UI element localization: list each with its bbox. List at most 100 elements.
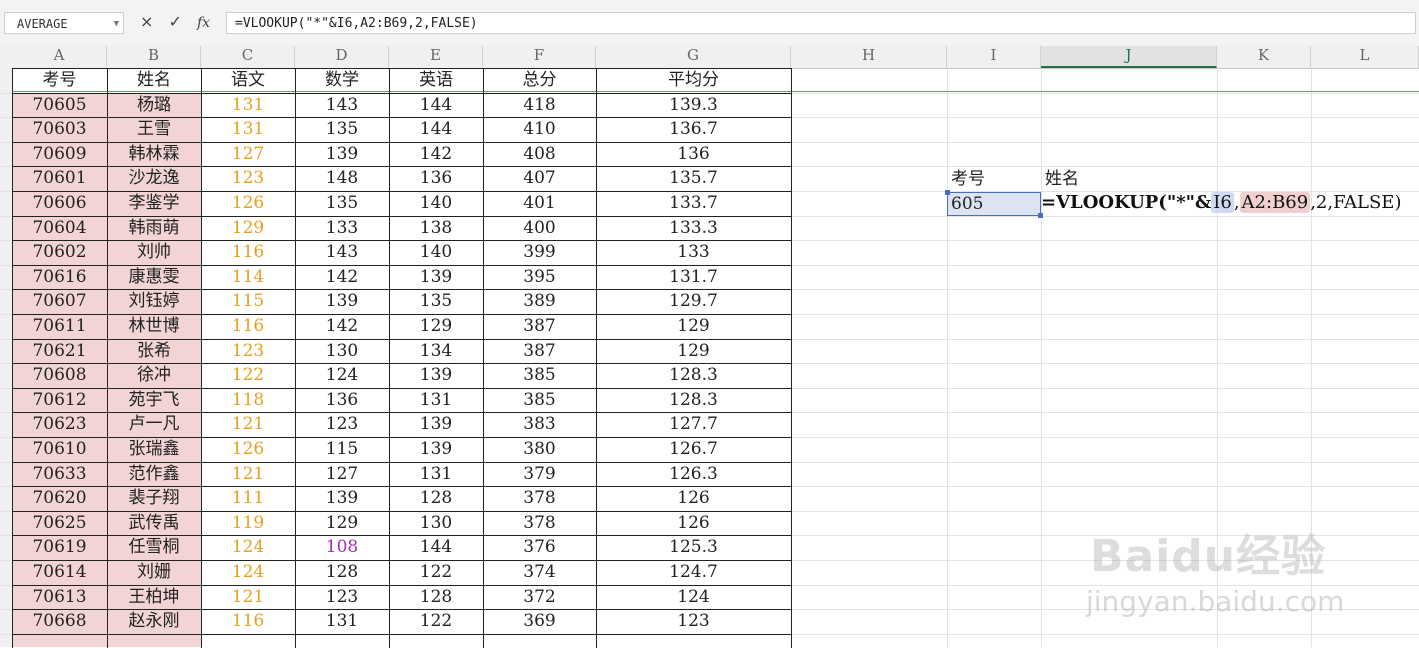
table-cell[interactable]: 383 [483, 412, 596, 436]
table-cell[interactable]: 70610 [12, 437, 107, 461]
table-cell[interactable]: 70604 [12, 216, 107, 240]
table-cell[interactable]: 129 [596, 339, 791, 363]
table-cell[interactable]: 369 [483, 609, 596, 633]
table-cell[interactable]: 林世博 [107, 314, 201, 338]
table-cell[interactable]: 70614 [12, 560, 107, 584]
table-cell[interactable]: 128.3 [596, 363, 791, 387]
table-cell[interactable]: 70668 [12, 609, 107, 633]
table-cell[interactable]: 126.7 [596, 437, 791, 461]
table-cell[interactable]: 372 [483, 585, 596, 609]
table-cell[interactable]: 138 [389, 216, 483, 240]
table-cell[interactable]: 139.3 [596, 93, 791, 117]
table-header-cell[interactable]: 考号 [12, 68, 107, 92]
table-cell[interactable]: 131 [389, 462, 483, 486]
table-cell[interactable]: 130 [389, 511, 483, 535]
table-cell[interactable]: 卢一凡 [107, 412, 201, 436]
table-cell[interactable]: 143 [295, 93, 389, 117]
table-cell[interactable]: 142 [295, 265, 389, 289]
table-cell[interactable]: 70611 [12, 314, 107, 338]
table-cell[interactable]: 124 [201, 535, 295, 559]
table-cell[interactable]: 70625 [12, 511, 107, 535]
table-cell[interactable]: 136 [389, 166, 483, 190]
table-cell[interactable]: 116 [201, 314, 295, 338]
table-cell[interactable]: 129.7 [596, 289, 791, 313]
table-cell[interactable]: 139 [389, 363, 483, 387]
table-cell[interactable]: 400 [483, 216, 596, 240]
table-cell[interactable]: 399 [483, 240, 596, 264]
table-cell[interactable]: 70623 [12, 412, 107, 436]
table-cell[interactable]: 130 [295, 339, 389, 363]
table-cell[interactable]: 王柏坤 [107, 585, 201, 609]
table-cell[interactable]: 裴子翔 [107, 486, 201, 510]
table-cell[interactable]: 70606 [12, 191, 107, 215]
table-cell[interactable]: 123 [295, 412, 389, 436]
table-cell[interactable]: 108 [295, 535, 389, 559]
column-header-C[interactable]: C [201, 46, 295, 68]
formula-input[interactable]: =VLOOKUP("*"&I6,A2:B69,2,FALSE) [226, 12, 1416, 34]
column-header-F[interactable]: F [483, 46, 596, 68]
table-cell[interactable]: 70619 [12, 535, 107, 559]
column-header-D[interactable]: D [295, 46, 389, 68]
table-cell[interactable]: 127 [201, 142, 295, 166]
table-cell[interactable]: 131 [295, 609, 389, 633]
column-header-G[interactable]: G [596, 46, 791, 68]
table-cell[interactable]: 131.7 [596, 265, 791, 289]
table-cell[interactable]: 121 [201, 585, 295, 609]
chevron-down-icon[interactable]: ▼ [114, 13, 119, 35]
table-header-cell[interactable]: 平均分 [596, 68, 791, 92]
table-cell[interactable]: 139 [389, 265, 483, 289]
table-cell[interactable]: 康惠雯 [107, 265, 201, 289]
table-cell[interactable]: 刘钰婷 [107, 289, 201, 313]
table-cell[interactable]: 387 [483, 339, 596, 363]
table-cell[interactable]: 131 [201, 117, 295, 141]
column-header-L[interactable]: L [1311, 46, 1419, 68]
table-cell[interactable]: 杨璐 [107, 93, 201, 117]
table-cell[interactable]: 122 [201, 363, 295, 387]
name-box[interactable]: AVERAGE ▼ [4, 12, 124, 34]
table-cell[interactable]: 70609 [12, 142, 107, 166]
table-cell[interactable]: 378 [483, 486, 596, 510]
table-cell[interactable]: 410 [483, 117, 596, 141]
table-cell[interactable]: 127 [295, 462, 389, 486]
table-cell[interactable]: 389 [483, 289, 596, 313]
table-cell[interactable]: 387 [483, 314, 596, 338]
table-cell[interactable]: 111 [201, 486, 295, 510]
table-cell[interactable]: 129 [596, 314, 791, 338]
table-cell[interactable]: 70621 [12, 339, 107, 363]
table-cell[interactable]: 116 [201, 609, 295, 633]
table-cell[interactable]: 129 [295, 511, 389, 535]
table-cell[interactable]: 王雪 [107, 117, 201, 141]
function-icon[interactable]: fx [197, 15, 210, 31]
table-header-cell[interactable]: 姓名 [107, 68, 201, 92]
table-cell[interactable]: 126 [201, 437, 295, 461]
table-cell[interactable]: 124 [295, 363, 389, 387]
table-cell[interactable]: 142 [389, 142, 483, 166]
table-cell[interactable]: 126 [596, 511, 791, 535]
table-cell[interactable]: 395 [483, 265, 596, 289]
table-cell[interactable]: 114 [201, 265, 295, 289]
table-cell[interactable]: 128 [389, 486, 483, 510]
cell-edit-formula[interactable]: =VLOOKUP("*"& I6, A2:B69,2,FALSE) [1041, 192, 1417, 216]
table-cell[interactable]: 123 [201, 339, 295, 363]
table-cell[interactable]: 140 [389, 191, 483, 215]
table-cell[interactable]: 116 [201, 240, 295, 264]
lookup-id-value[interactable]: 605 [947, 192, 1041, 216]
column-header-B[interactable]: B [107, 46, 201, 68]
table-cell[interactable]: 70612 [12, 388, 107, 412]
table-cell[interactable]: 126 [201, 191, 295, 215]
table-cell[interactable]: 115 [295, 437, 389, 461]
table-cell[interactable]: 127.7 [596, 412, 791, 436]
column-header-J[interactable]: J [1041, 46, 1217, 68]
table-cell[interactable]: 418 [483, 93, 596, 117]
table-cell[interactable]: 118 [201, 388, 295, 412]
table-cell[interactable]: 121 [201, 412, 295, 436]
lookup-name-header[interactable]: 姓名 [1041, 167, 1105, 191]
table-cell[interactable]: 115 [201, 289, 295, 313]
table-cell[interactable]: 133.3 [596, 216, 791, 240]
check-icon[interactable]: ✓ [169, 12, 182, 31]
table-cell[interactable]: 126.3 [596, 462, 791, 486]
table-cell[interactable]: 121 [201, 462, 295, 486]
table-cell[interactable]: 139 [389, 437, 483, 461]
table-cell[interactable]: 123 [295, 585, 389, 609]
column-header-A[interactable]: A [12, 46, 107, 68]
